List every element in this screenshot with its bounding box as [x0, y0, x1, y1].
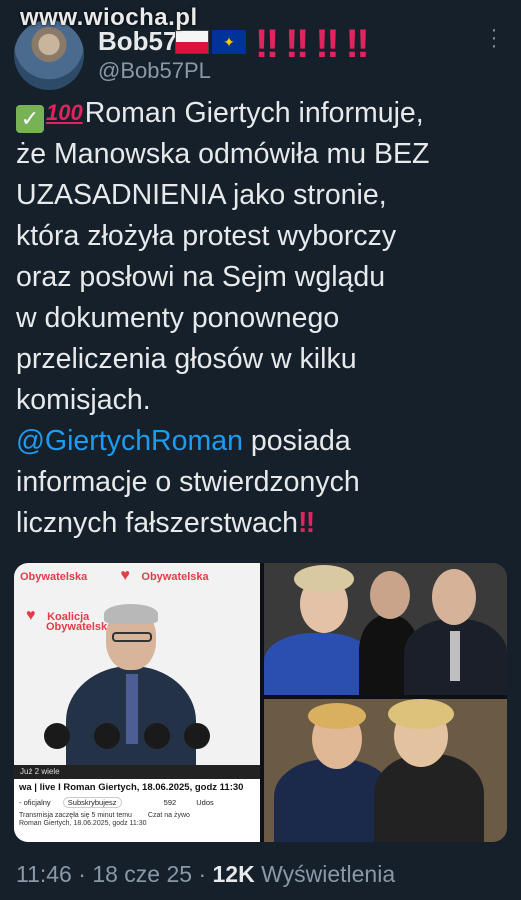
tweet-time[interactable]: 11:46 — [16, 861, 72, 887]
hundred-points-icon: 100 — [46, 100, 83, 125]
share-button: Udos — [196, 798, 214, 807]
tweet-line: komisjach. — [16, 384, 151, 416]
more-options-icon[interactable]: · · · — [486, 20, 502, 56]
views-count: 12K — [212, 861, 255, 887]
media-grid[interactable]: Obywatelska ♥ Obywatelska ♥ Koalicja Oby… — [14, 563, 507, 842]
like-count: 592 — [163, 798, 177, 807]
video-progress-bar[interactable]: Już 2 wiele — [14, 765, 260, 779]
check-mark-icon: ✓ — [16, 105, 44, 133]
tweet-text: ✓ 100Roman Giertych informuje, że Manowsk… — [16, 92, 511, 544]
tweet-line: że Manowska odmówiła mu BEZ — [16, 138, 430, 170]
tweet-line: licznych fałszerstwach‼ — [16, 507, 316, 539]
video-screenshot-image[interactable]: Obywatelska ♥ Obywatelska ♥ Koalicja Oby… — [14, 563, 260, 842]
watermark: www.wiocha.pl — [20, 4, 198, 31]
tweet-meta: 11:46 · 18 cze 25 · 12K Wyświetlenia — [16, 861, 396, 887]
party-logo-row: Obywatelska ♥ Obywatelska — [20, 567, 209, 584]
tweet-line: która złożyła protest wyborczy — [16, 220, 397, 252]
tweet-line: w dokumenty ponownego — [16, 302, 340, 334]
heart-logo-icon: ♥ — [120, 567, 130, 584]
views-label: Wyświetlenia — [261, 861, 396, 887]
tweet-line: informacje o stwierdzonych — [16, 466, 360, 498]
video-info: wa | live I Roman Giertych, 18.06.2025, … — [14, 779, 260, 842]
tweet-line: UZASADNIENIA jako stronie, — [16, 179, 387, 211]
tweet-date[interactable]: 18 cze 25 — [92, 861, 192, 887]
flag-eu-icon: ✦ — [212, 30, 246, 54]
tweet-line: @GiertychRoman posiada — [16, 425, 351, 457]
subscribe-button: Subskrybujesz — [62, 797, 122, 808]
mention-link[interactable]: @GiertychRoman — [16, 425, 243, 457]
tweet-line: ✓ 100Roman Giertych informuje, — [16, 92, 511, 134]
double-exclamation-icon: ‼ — [297, 507, 316, 539]
photo-bottom-right-image[interactable] — [264, 699, 507, 842]
tweet-line: oraz posłowi na Sejm wglądu — [16, 261, 386, 293]
photo-top-right-image[interactable] — [264, 563, 507, 695]
tweet-line: przeliczenia głosów w kilku — [16, 343, 357, 375]
video-title: wa | live I Roman Giertych, 18.06.2025, … — [19, 782, 244, 793]
user-handle[interactable]: @Bob57PL — [98, 58, 211, 84]
microphones — [34, 723, 234, 753]
double-exclamation-icons: ‼‼‼‼ — [255, 22, 376, 66]
flag-poland-icon — [175, 30, 209, 54]
